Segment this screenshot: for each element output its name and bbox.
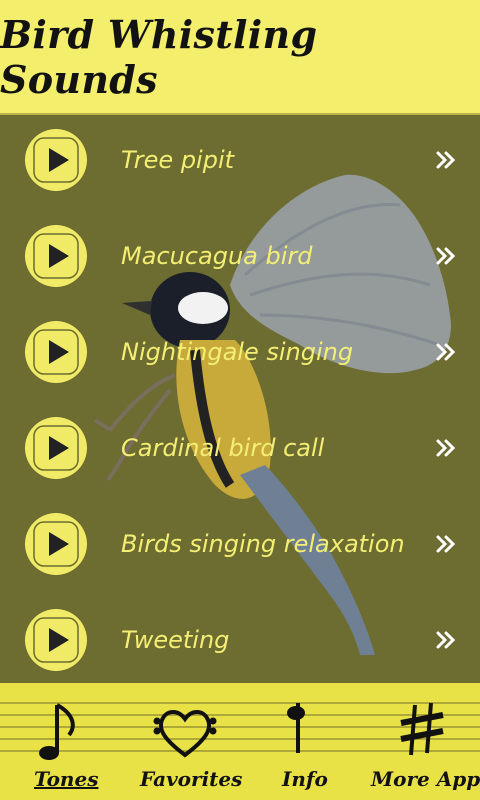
tab-label: Favorites: [140, 767, 243, 791]
play-icon: [25, 129, 87, 191]
play-button[interactable]: [22, 606, 90, 674]
tab-tones[interactable]: Tones: [22, 683, 102, 800]
play-button[interactable]: [22, 414, 90, 482]
tab-label: Info: [282, 767, 328, 791]
page-title: Bird Whistling Sounds: [0, 11, 318, 102]
sharp-icon: [387, 695, 457, 765]
chevron-right-icon: [434, 532, 458, 556]
play-icon: [25, 321, 87, 383]
play-button[interactable]: [22, 126, 90, 194]
chevron-right-icon: [434, 244, 458, 268]
list-item-label: Macucagua bird: [121, 242, 313, 270]
tab-label: Tones: [34, 767, 99, 791]
bottom-tab-bar: Tones Favorites Info More Apps: [0, 683, 480, 800]
chevron-right-icon: [434, 148, 458, 172]
list-item-label: Tweeting: [121, 626, 230, 654]
app-header: Bird Whistling Sounds: [0, 0, 480, 115]
list-item[interactable]: Nightingale singing: [0, 304, 480, 400]
play-button[interactable]: [22, 222, 90, 290]
list-item-label: Birds singing relaxation: [121, 530, 405, 558]
chevron-right-icon: [434, 436, 458, 460]
eighth-note-icon: [27, 695, 97, 765]
play-button[interactable]: [22, 510, 90, 578]
play-icon: [25, 417, 87, 479]
tab-info[interactable]: Info: [268, 683, 338, 800]
list-item[interactable]: Tree pipit: [0, 115, 480, 208]
play-icon: [25, 513, 87, 575]
play-icon: [25, 609, 87, 671]
quarter-note-icon: [268, 695, 338, 765]
chevron-right-icon: [434, 628, 458, 652]
heart-clef-icon: [150, 695, 220, 765]
play-button[interactable]: [22, 318, 90, 386]
list-item[interactable]: Tweeting: [0, 592, 480, 683]
tab-more-apps[interactable]: More Apps: [365, 683, 480, 800]
tab-label: More Apps: [371, 767, 480, 791]
list-item-label: Cardinal bird call: [121, 434, 325, 462]
list-item-label: Nightingale singing: [121, 338, 354, 366]
chevron-right-icon: [434, 340, 458, 364]
list-item[interactable]: Macucagua bird: [0, 208, 480, 304]
list-item[interactable]: Birds singing relaxation: [0, 496, 480, 592]
list-item[interactable]: Cardinal bird call: [0, 400, 480, 496]
list-item-label: Tree pipit: [121, 146, 235, 174]
play-icon: [25, 225, 87, 287]
sound-list: Tree pipit Macucagua bird Nightingale si…: [0, 115, 480, 683]
tab-favorites[interactable]: Favorites: [130, 683, 243, 800]
